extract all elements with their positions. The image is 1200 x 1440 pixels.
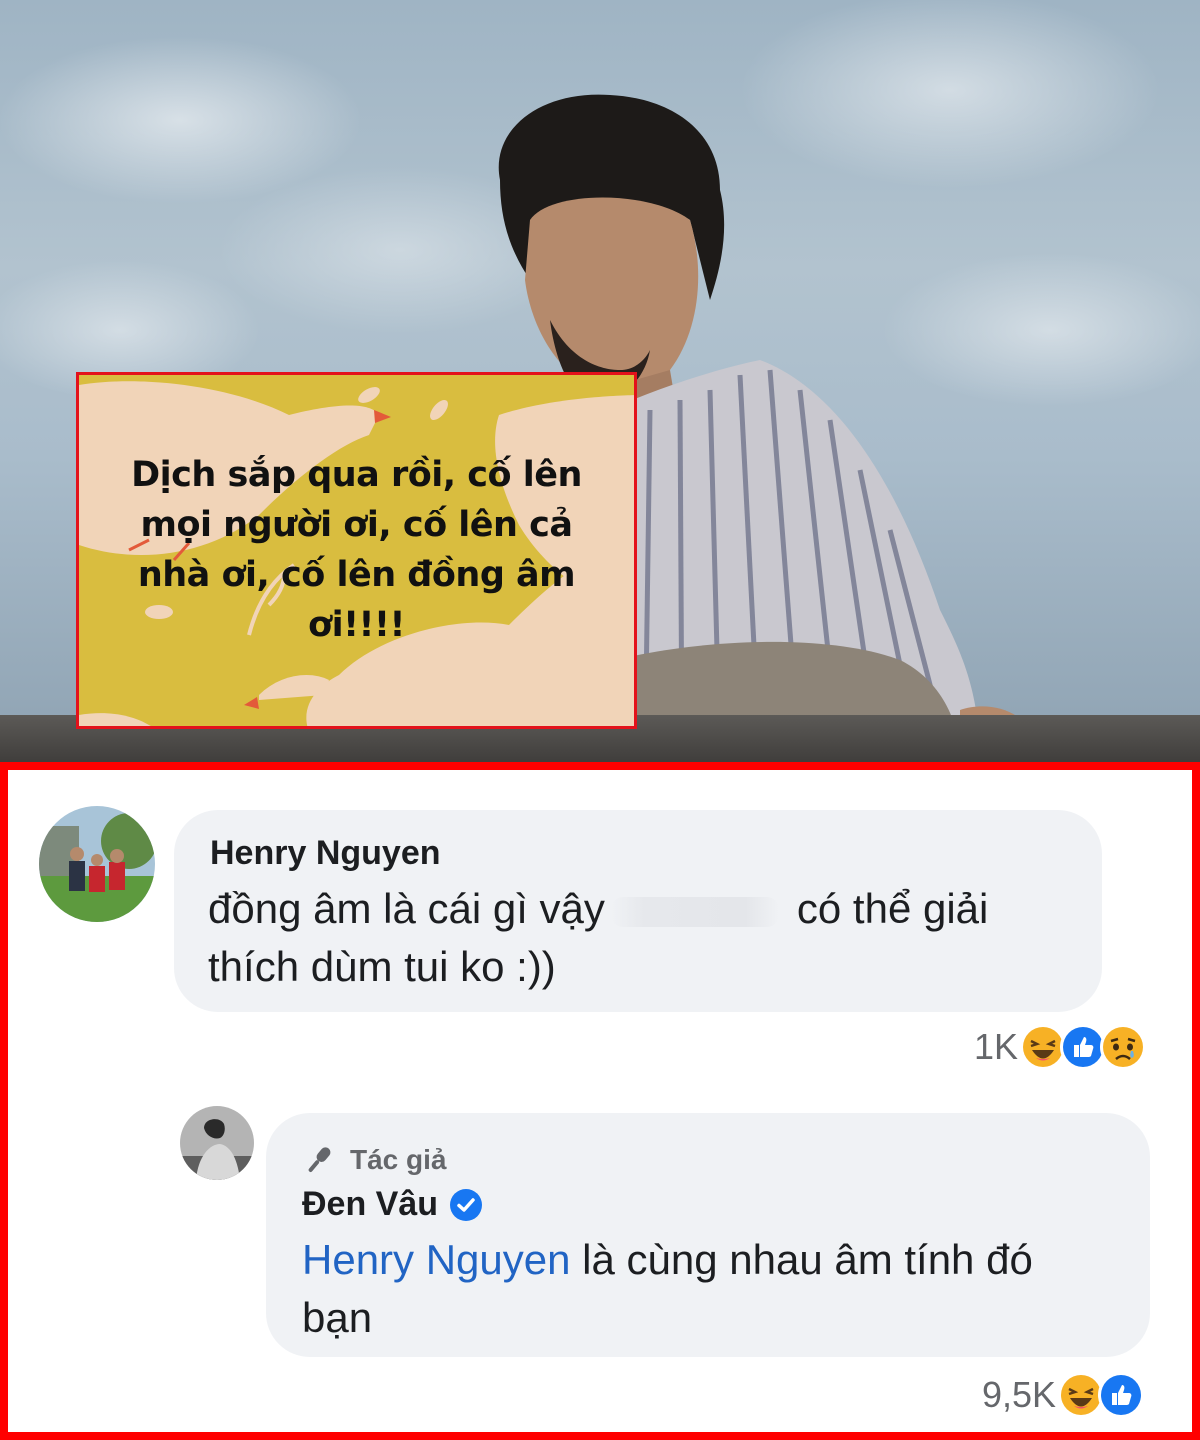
avatar[interactable]	[39, 806, 155, 922]
avatar-photo-icon	[180, 1106, 254, 1180]
like-icon	[1098, 1372, 1145, 1418]
reply-text: Henry Nguyen là cùng nhau âm tính đó bạn	[302, 1231, 1142, 1347]
reply-text-part: là cùng nhau âm tính đó	[570, 1236, 1033, 1283]
post-photo[interactable]: Dịch sắp qua rồi, cố lên mọi người ơi, c…	[0, 0, 1200, 762]
comment-text-part: có thể giải	[796, 885, 989, 932]
avatar[interactable]	[180, 1106, 254, 1180]
comment-bubble: Henry Nguyen đồng âm là cái gì vậy có thể…	[174, 810, 1102, 1012]
quote-line: ơi!!!!	[308, 605, 405, 645]
reaction-summary[interactable]: 1K	[974, 1022, 1147, 1072]
reaction-summary[interactable]: 9,5K	[982, 1370, 1145, 1420]
comment-text: đồng âm là cái gì vậy có thể giải thích d…	[208, 880, 1088, 996]
reply-author-name[interactable]: Đen Vâu	[302, 1185, 438, 1224]
blurred-mention	[610, 896, 779, 927]
quote-line: nhà ơi, cố lên đồng âm	[137, 555, 576, 595]
sad-icon	[1100, 1024, 1147, 1070]
verified-badge-icon	[450, 1188, 483, 1221]
comment-text-line: thích dùm tui ko :))	[208, 943, 556, 990]
microphone-icon	[308, 1147, 331, 1172]
quote-line: mọi người ơi, cố lên cả	[140, 505, 573, 545]
quote-text: Dịch sắp qua rồi, cố lên mọi người ơi, c…	[109, 450, 604, 650]
author-badge: Tác giả	[302, 1143, 446, 1177]
mention-link[interactable]: Henry Nguyen	[302, 1236, 570, 1283]
comment-text-part: đồng âm là cái gì vậy	[208, 885, 605, 932]
author-badge-label: Tác giả	[350, 1144, 447, 1175]
reaction-count: 1K	[974, 1026, 1019, 1067]
reaction-count: 9,5K	[982, 1374, 1057, 1415]
reply-text-line: bạn	[302, 1294, 373, 1341]
quote-card: Dịch sắp qua rồi, cố lên mọi người ơi, c…	[76, 372, 637, 729]
avatar-photo-icon	[39, 806, 155, 922]
reply-author[interactable]: Đen Vâu	[302, 1185, 483, 1224]
comments-section: Henry Nguyen đồng âm là cái gì vậy có thể…	[0, 762, 1200, 1440]
reply-bubble: Tác giả Đen Vâu Henry Nguyen là cùng nha…	[266, 1113, 1150, 1357]
quote-line: Dịch sắp qua rồi, cố lên	[131, 455, 582, 495]
comment-author[interactable]: Henry Nguyen	[210, 834, 441, 873]
